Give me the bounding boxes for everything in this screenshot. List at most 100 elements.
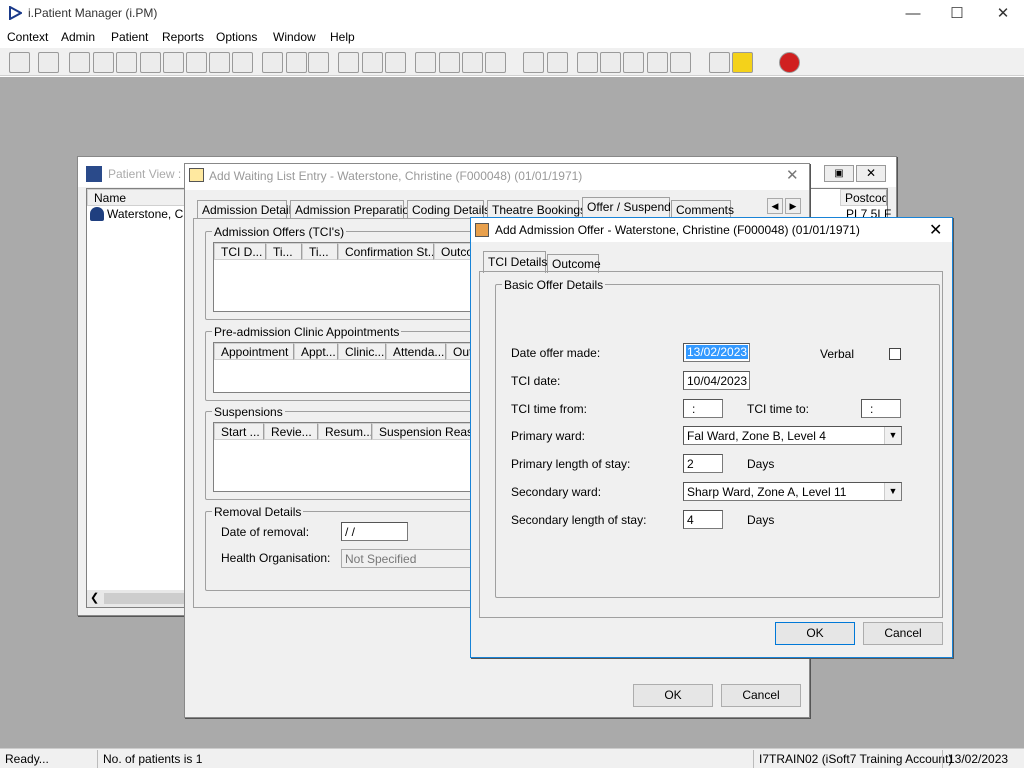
card-a-icon[interactable] — [338, 52, 359, 73]
pencil-a-icon[interactable] — [600, 52, 621, 73]
tci-from-field[interactable]: : — [683, 399, 723, 418]
secondary-los-field[interactable]: 4 — [683, 510, 723, 529]
pre-col-appt[interactable]: Appt... — [294, 343, 338, 360]
menu-window[interactable]: Window — [273, 30, 316, 44]
scroll-left-icon[interactable]: ❮ — [90, 591, 99, 604]
doc-b-icon[interactable] — [209, 52, 230, 73]
offers-col-time-to[interactable]: Ti... — [302, 243, 338, 260]
monitor-icon[interactable] — [308, 52, 329, 73]
offers-col-tci-date[interactable]: TCI D... — [214, 243, 266, 260]
patient-view-close-button[interactable]: ✕ — [856, 165, 886, 182]
secondary-los-days: Days — [747, 513, 775, 527]
form-a-icon[interactable] — [69, 52, 90, 73]
scroll-thumb[interactable] — [104, 593, 184, 604]
date-offer-field[interactable]: 13/02/2023 — [683, 343, 750, 362]
waiting-list-icon — [189, 168, 204, 182]
tab-scroll-right-icon[interactable]: ▶ — [785, 198, 801, 214]
user-icon[interactable] — [9, 52, 30, 73]
page-icon[interactable] — [523, 52, 544, 73]
app-title: i.Patient Manager (i.PM) — [28, 6, 158, 20]
tab-admission-details[interactable]: Admission Details — [197, 200, 297, 219]
susp-col-start[interactable]: Start ... — [214, 423, 264, 440]
doc-a-icon[interactable] — [186, 52, 207, 73]
status-patient-count: No. of patients is 1 — [97, 750, 747, 768]
susp-col-reason[interactable]: Suspension Reason — [372, 423, 474, 440]
patient-row-name[interactable]: Waterstone, Chr — [107, 207, 194, 221]
secondary-ward-dropdown-icon[interactable]: ▼ — [884, 483, 901, 500]
susp-col-resume[interactable]: Resum... — [318, 423, 372, 440]
minimize-icon[interactable]: — — [902, 4, 924, 24]
offers-col-outcome[interactable]: Outco — [434, 243, 474, 260]
basic-offer-label: Basic Offer Details — [502, 278, 606, 292]
pre-col-attendance[interactable]: Attenda... — [386, 343, 446, 360]
tab-offer-suspend[interactable]: Offer / Suspend — [582, 197, 671, 219]
patient-col-postcode[interactable]: Postcod — [840, 189, 887, 206]
health-org-label: Health Organisation: — [221, 551, 331, 565]
exit-icon[interactable] — [779, 52, 800, 73]
form-b-icon[interactable] — [93, 52, 114, 73]
note-d-icon[interactable] — [485, 52, 506, 73]
waiting-list-close-icon[interactable]: ✕ — [786, 166, 799, 184]
verbal-checkbox[interactable] — [889, 348, 901, 360]
menu-help[interactable]: Help — [330, 30, 355, 44]
primary-los-field[interactable]: 2 — [683, 454, 723, 473]
offer-cancel-button[interactable]: Cancel — [863, 622, 943, 645]
date-removal-label: Date of removal: — [221, 525, 310, 539]
chart-a-icon[interactable] — [385, 52, 406, 73]
note-a-icon[interactable] — [415, 52, 436, 73]
pencil-b-icon[interactable] — [623, 52, 644, 73]
clock-icon[interactable] — [286, 52, 307, 73]
bar-chart-icon[interactable] — [547, 52, 568, 73]
tci-to-field[interactable]: : — [861, 399, 901, 418]
doc-c-icon[interactable] — [232, 52, 253, 73]
menu-bar — [0, 28, 1024, 48]
m-icon[interactable] — [140, 52, 161, 73]
date-removal-field[interactable]: / / — [341, 522, 408, 541]
patient-view-title: Patient View : — [108, 167, 182, 181]
waiting-list-ok-button[interactable]: OK — [633, 684, 713, 707]
card-b-icon[interactable] — [362, 52, 383, 73]
flag-b-icon[interactable] — [670, 52, 691, 73]
arrows-icon[interactable] — [709, 52, 730, 73]
form-c-icon[interactable] — [116, 52, 137, 73]
menu-admin[interactable]: Admin — [61, 30, 95, 44]
flag-a-icon[interactable] — [647, 52, 668, 73]
patient-row-icon — [90, 207, 104, 221]
admission-offer-icon — [475, 223, 489, 237]
note-c-icon[interactable] — [462, 52, 483, 73]
patient-col-name[interactable]: Name — [87, 189, 197, 206]
tab-scroll-left-icon[interactable]: ◀ — [767, 198, 783, 214]
primary-ward-dropdown-icon[interactable]: ▼ — [884, 427, 901, 444]
menu-options[interactable]: Options — [216, 30, 257, 44]
patient-view-restore-button[interactable]: ▣ — [824, 165, 854, 182]
print-icon[interactable] — [38, 52, 59, 73]
warning-icon[interactable] — [732, 52, 753, 73]
globe-icon[interactable] — [577, 52, 598, 73]
secondary-ward-label: Secondary ward: — [511, 485, 602, 499]
menu-reports[interactable]: Reports — [162, 30, 204, 44]
secondary-ward-select[interactable]: Sharp Ward, Zone A, Level 11 — [683, 482, 902, 501]
admission-offer-close-icon[interactable]: ✕ — [929, 220, 942, 240]
pre-col-appointment[interactable]: Appointment — [214, 343, 294, 360]
menu-context[interactable]: Context — [7, 30, 48, 44]
offer-ok-button[interactable]: OK — [775, 622, 855, 645]
offers-col-confirmation[interactable]: Confirmation St... — [338, 243, 434, 260]
admission-offers-label: Admission Offers (TCI's) — [212, 225, 347, 239]
menu-patient[interactable]: Patient — [111, 30, 148, 44]
tab-admission-preparation[interactable]: Admission Preparation — [290, 200, 416, 219]
maximize-icon[interactable]: ☐ — [946, 4, 968, 24]
close-icon[interactable]: ✕ — [992, 4, 1014, 24]
search-icon[interactable] — [262, 52, 283, 73]
primary-los-days: Days — [747, 457, 775, 471]
susp-col-review[interactable]: Revie... — [264, 423, 318, 440]
pre-col-clinic[interactable]: Clinic... — [338, 343, 386, 360]
offers-col-time-from[interactable]: Ti... — [266, 243, 302, 260]
tab-tci-details[interactable]: TCI Details — [483, 251, 547, 273]
tci-date-field[interactable]: 10/04/2023 — [683, 371, 750, 390]
waiting-list-cancel-button[interactable]: Cancel — [721, 684, 801, 707]
primary-ward-select[interactable]: Fal Ward, Zone B, Level 4 — [683, 426, 902, 445]
note-b-icon[interactable] — [439, 52, 460, 73]
status-ready: Ready... — [5, 752, 49, 766]
patient-icon[interactable] — [163, 52, 184, 73]
waiting-list-title: Add Waiting List Entry - Waterstone, Chr… — [209, 169, 583, 183]
